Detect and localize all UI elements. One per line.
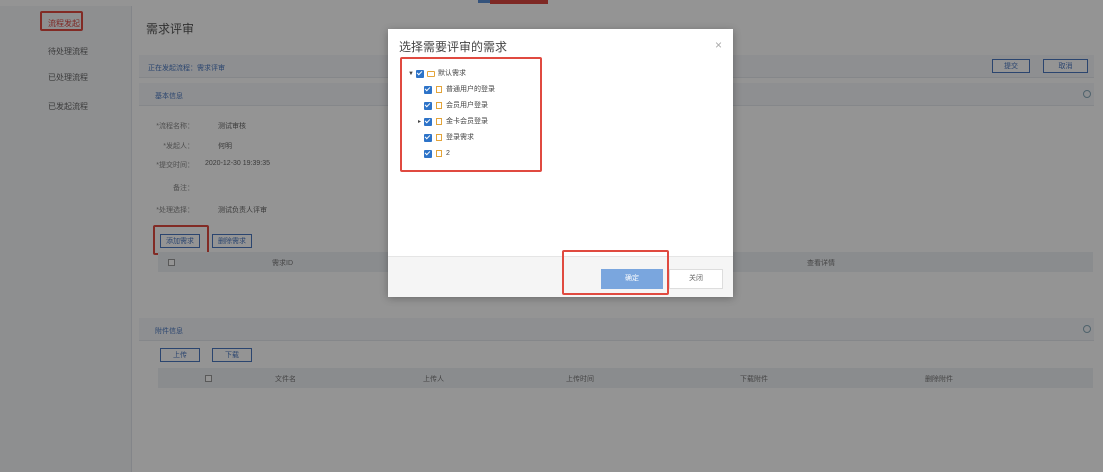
select-requirement-modal: 选择需要评审的需求 × ▼ 默认需求 普通用户的登录 会员用户登录 ▸ 金卡会员… bbox=[388, 29, 733, 297]
highlight-box-confirm bbox=[562, 250, 669, 295]
highlight-box-tree bbox=[400, 57, 542, 172]
close-button[interactable]: 关闭 bbox=[669, 269, 723, 289]
modal-title: 选择需要评审的需求 bbox=[399, 40, 508, 54]
close-icon[interactable]: × bbox=[715, 38, 722, 52]
